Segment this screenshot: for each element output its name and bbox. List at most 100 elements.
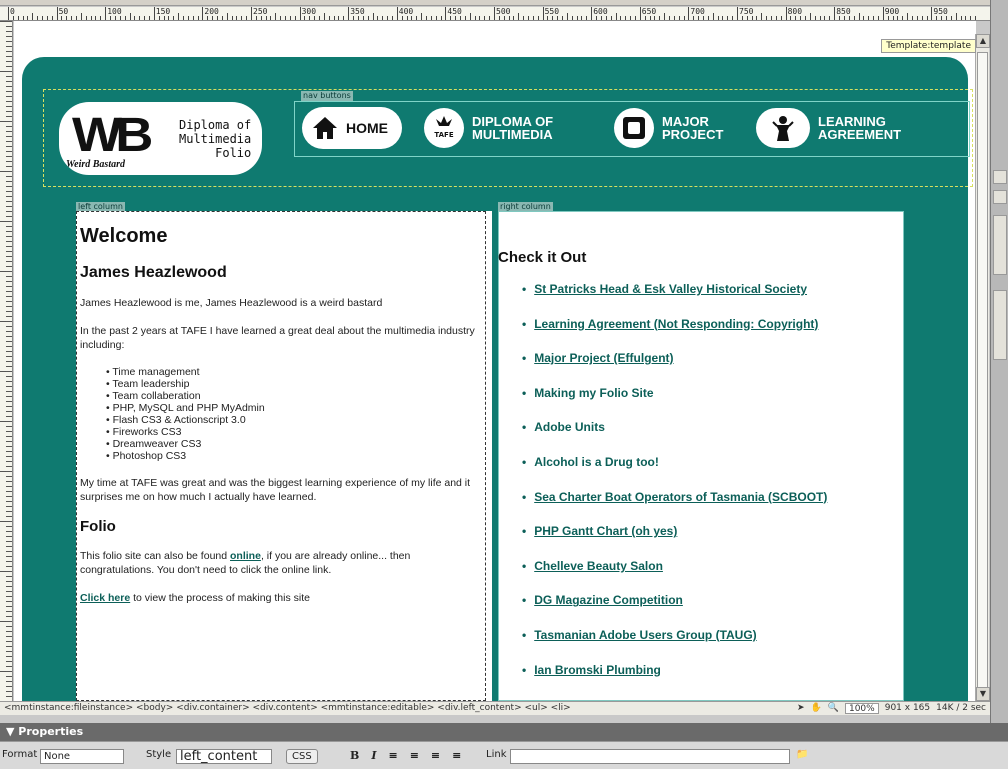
- format-select[interactable]: None: [40, 749, 124, 764]
- ruler-label: 200: [204, 7, 219, 16]
- panel-tab[interactable]: [993, 290, 1007, 360]
- tafe-time-text: My time at TAFE was great and was the bi…: [80, 477, 471, 503]
- panel-tab[interactable]: [993, 215, 1007, 275]
- nav-major-project-button[interactable]: MAJOR PROJECT: [614, 105, 723, 151]
- project-link[interactable]: Chelleve Beauty Salon: [534, 559, 663, 573]
- panel-tab[interactable]: [993, 190, 1007, 204]
- link-label: Link: [486, 749, 507, 760]
- style-select[interactable]: left_content: [176, 749, 272, 764]
- project-link[interactable]: Sea Charter Boat Operators of Tasmania (…: [534, 490, 827, 504]
- side-panel: [990, 0, 1008, 769]
- skill-item: PHP, MySQL and PHP MyAdmin: [106, 402, 485, 414]
- ruler-label: 0: [10, 7, 15, 16]
- justify-icon[interactable]: ≡: [452, 749, 461, 762]
- vertical-scrollbar[interactable]: ▲ ▼: [975, 34, 990, 701]
- skill-item: Fireworks CS3: [106, 426, 485, 438]
- learned-text: In the past 2 years at TAFE I have learn…: [80, 325, 475, 351]
- window-size[interactable]: 901 x 165: [885, 702, 930, 715]
- skill-item: Dreamweaver CS3: [106, 438, 485, 450]
- ruler-label: 850: [836, 7, 851, 16]
- tag-selector-bar: <mmtinstance:fileinstance> <body> <div.c…: [0, 701, 990, 715]
- online-link[interactable]: online: [230, 550, 261, 562]
- nav-region-label: nav buttons: [301, 91, 353, 101]
- css-button[interactable]: CSS: [286, 749, 318, 764]
- welcome-heading: Welcome: [80, 225, 168, 247]
- skill-item: Team collaberation: [106, 390, 485, 402]
- skills-list: Time managementTeam leadershipTeam colla…: [106, 366, 485, 462]
- logo-tagline: Weird Bastard: [66, 159, 125, 170]
- ruler-label: 500: [496, 7, 511, 16]
- browse-folder-icon[interactable]: 📁: [796, 749, 808, 760]
- link-list-item[interactable]: • Learning Agreement (Not Responding: Cop…: [522, 317, 904, 352]
- intro-text: James Heazlewood is me, James Heazlewood…: [80, 297, 383, 309]
- ruler-label: 100: [107, 7, 122, 16]
- link-input[interactable]: [510, 749, 790, 764]
- tag-path[interactable]: <mmtinstance:fileinstance> <body> <div.c…: [4, 702, 571, 715]
- ruler-label: 900: [884, 7, 900, 16]
- ruler-label: 800: [787, 7, 803, 16]
- link-list-item[interactable]: • Ian Bromski Plumbing: [522, 663, 904, 698]
- zoom-tool-icon[interactable]: 🔍: [828, 702, 839, 715]
- nav-diploma-button[interactable]: TAFE DIPLOMA OF MULTIMEDIA: [424, 105, 553, 151]
- click-here-link[interactable]: Click here: [80, 592, 130, 604]
- panel-tab[interactable]: [993, 170, 1007, 184]
- nav-diploma-label: DIPLOMA OF MULTIMEDIA: [472, 114, 554, 142]
- skill-item: Flash CS3 & Actionscript 3.0: [106, 414, 485, 426]
- link-list-item[interactable]: • St Patricks Head & Esk Valley Historica…: [522, 282, 904, 317]
- zoom-select[interactable]: 100%: [844, 703, 879, 714]
- link-list-item[interactable]: • Major Project (Effulgent): [522, 351, 904, 386]
- link-list-item[interactable]: • Tasmanian Adobe Users Group (TAUG): [522, 628, 904, 663]
- scroll-down-icon[interactable]: ▼: [976, 687, 990, 701]
- vertical-ruler: [0, 21, 13, 701]
- hand-tool-icon[interactable]: ✋: [811, 702, 822, 715]
- project-link[interactable]: Tasmanian Adobe Users Group (TAUG): [534, 628, 756, 642]
- link-list-item[interactable]: • Chelleve Beauty Salon: [522, 559, 904, 594]
- nav-learning-agreement-button[interactable]: LEARNING AGREEMENT: [756, 105, 901, 151]
- skill-item: Photoshop CS3: [106, 450, 485, 462]
- properties-panel: Format None Style left_content CSS B I ≡ ≡ ≡…: [0, 741, 1008, 769]
- bullet-icon: •: [522, 662, 527, 677]
- link-list-item: • Making my Folio Site: [522, 386, 904, 421]
- align-right-icon[interactable]: ≡: [431, 749, 440, 762]
- align-center-icon[interactable]: ≡: [410, 749, 419, 762]
- skill-item: Team leadership: [106, 378, 485, 390]
- bullet-icon: •: [522, 420, 527, 435]
- project-label: Adobe Units: [534, 420, 605, 435]
- link-list-item[interactable]: • PHP Gantt Chart (oh yes): [522, 524, 904, 559]
- wb-logo[interactable]: WB Weird Bastard Diploma of Multimedia F…: [59, 102, 262, 175]
- project-link[interactable]: Major Project (Effulgent): [534, 351, 673, 365]
- bullet-icon: •: [522, 558, 527, 573]
- project-link[interactable]: St Patricks Head & Esk Valley Historical…: [534, 282, 807, 296]
- folio-heading: Folio: [80, 518, 116, 535]
- check-it-out-heading: Check it Out: [498, 249, 587, 266]
- select-tool-icon[interactable]: ➤: [797, 702, 805, 715]
- project-link[interactable]: Ian Bromski Plumbing: [534, 663, 661, 677]
- bold-button[interactable]: B: [350, 749, 359, 762]
- project-link[interactable]: PHP Gantt Chart (oh yes): [534, 524, 677, 538]
- tafe-logo-icon: TAFE: [424, 108, 464, 148]
- scroll-up-icon[interactable]: ▲: [976, 34, 990, 48]
- ruler-label: 700: [690, 7, 705, 16]
- ruler-label: 150: [155, 7, 171, 16]
- bullet-icon: •: [522, 282, 527, 296]
- figure-icon: [756, 108, 810, 148]
- project-link[interactable]: DG Magazine Competition: [534, 593, 683, 607]
- bullet-icon: •: [522, 316, 527, 331]
- link-list-item[interactable]: • DG Magazine Competition: [522, 593, 904, 628]
- project-link[interactable]: Learning Agreement (Not Responding: Copy…: [534, 317, 818, 331]
- bullet-icon: •: [522, 593, 527, 608]
- nav-home-button[interactable]: HOME: [302, 105, 402, 151]
- design-view: Template:template nav buttons WB Weird B…: [14, 21, 976, 701]
- ruler-label: 250: [253, 7, 268, 16]
- ruler-label: 600: [593, 7, 608, 16]
- italic-button[interactable]: I: [371, 749, 376, 762]
- ruler-label: 750: [739, 7, 754, 16]
- link-list-item: • Adobe Units: [522, 420, 904, 455]
- align-left-icon[interactable]: ≡: [388, 749, 397, 762]
- scroll-thumb[interactable]: [977, 52, 988, 692]
- download-size: 14K / 2 sec: [936, 703, 986, 713]
- style-label: Style: [146, 749, 172, 760]
- logo-letters: WB: [72, 109, 153, 162]
- link-list-item[interactable]: • Sea Charter Boat Operators of Tasmania …: [522, 490, 904, 525]
- properties-panel-header[interactable]: ▼ Properties: [0, 723, 1008, 741]
